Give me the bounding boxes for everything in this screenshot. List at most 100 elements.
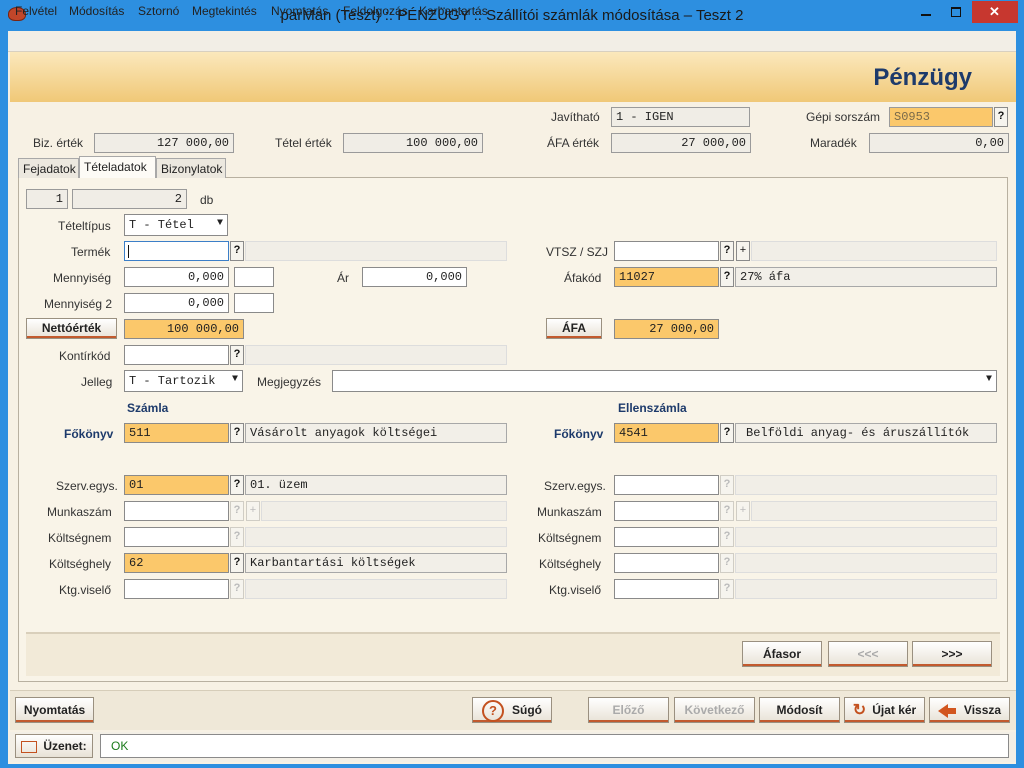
request-new-label: Újat kér — [872, 703, 917, 717]
szamla-heading: Számla — [127, 401, 169, 415]
menu-feldolgozas[interactable]: Feldolgozás — [343, 4, 408, 18]
ellen-munkaszam-lookup-button[interactable]: ? — [720, 501, 734, 521]
mennyiseg-unit-input[interactable] — [234, 267, 274, 287]
menu-felvetel[interactable]: Felvétel — [15, 4, 57, 18]
termek-lookup-button[interactable]: ? — [230, 241, 244, 261]
gepi-sorszam-field[interactable]: S0953 — [889, 107, 993, 127]
teteltipus-select[interactable]: T - Tétel ▼ — [124, 214, 228, 236]
szamla-fokonyv-input[interactable]: 511 — [124, 423, 229, 443]
ellenszamla-heading: Ellenszámla — [618, 401, 687, 415]
menu-megtekintes[interactable]: Megtekintés — [192, 4, 257, 18]
ellen-munkaszam-add-button[interactable]: + — [736, 501, 750, 521]
ellen-szerv-input[interactable] — [614, 475, 719, 495]
szamla-munkaszam-lookup-button[interactable]: ? — [230, 501, 244, 521]
vtsz-lookup-button[interactable]: ? — [720, 241, 734, 261]
szamla-koltsegnem-input[interactable] — [124, 527, 229, 547]
menu-nyomtatas[interactable]: Nyomtatás — [271, 4, 328, 18]
back-button[interactable]: Vissza — [929, 697, 1010, 723]
szamla-koltseghely-label: Költséghely — [49, 557, 112, 571]
szamla-fokonyv-lookup-button[interactable]: ? — [230, 423, 244, 443]
mennyiseg2-unit-input[interactable] — [234, 293, 274, 313]
ellen-koltseghely-lookup-button[interactable]: ? — [720, 553, 734, 573]
jelleg-select[interactable]: T - Tartozik ▼ — [124, 370, 243, 392]
gepi-lookup-button[interactable]: ? — [994, 107, 1008, 127]
ellen-fokonyv-description: Belföldi anyag- és áruszállítók — [735, 423, 997, 443]
ellen-ktgviselo-description — [735, 579, 997, 599]
megjegyzes-select[interactable]: ▼ — [332, 370, 997, 392]
help-button[interactable]: ? Súgó — [472, 697, 552, 723]
request-new-button[interactable]: ↻ Újat kér — [844, 697, 925, 723]
maradek-field[interactable]: 0,00 — [869, 133, 1009, 153]
kontirkod-input[interactable] — [124, 345, 229, 365]
previous-button[interactable]: Előző — [588, 697, 669, 723]
megjegyzes-label: Megjegyzés — [257, 375, 322, 389]
szamla-koltseghely-lookup-button[interactable]: ? — [230, 553, 244, 573]
szamla-koltsegnem-description — [245, 527, 507, 547]
szamla-koltsegnem-lookup-button[interactable]: ? — [230, 527, 244, 547]
ellen-fokonyv-lookup-button[interactable]: ? — [720, 423, 734, 443]
ellen-koltsegnem-lookup-button[interactable]: ? — [720, 527, 734, 547]
message-button[interactable]: Üzenet: — [15, 734, 93, 758]
nettoertek-button[interactable]: Nettóérték — [26, 318, 117, 339]
kontirkod-label: Kontírkód — [59, 349, 111, 363]
termek-input[interactable] — [124, 241, 229, 261]
vtsz-input[interactable] — [614, 241, 719, 261]
menu-modositas[interactable]: Módosítás — [69, 4, 124, 18]
teteltipus-label: Tételtípus — [58, 219, 111, 233]
szamla-koltseghely-input[interactable]: 62 — [124, 553, 229, 573]
ellen-koltseghely-input[interactable] — [614, 553, 719, 573]
arrow-left-icon — [937, 703, 956, 718]
ellen-szerv-lookup-button[interactable]: ? — [720, 475, 734, 495]
szamla-munkaszam-input[interactable] — [124, 501, 229, 521]
szamla-ktgviselo-input[interactable] — [124, 579, 229, 599]
tab-bizonylatok[interactable]: Bizonylatok — [156, 158, 226, 178]
biz-ertek-field[interactable]: 127 000,00 — [94, 133, 234, 153]
mennyiseg-input[interactable]: 0,000 — [124, 267, 229, 287]
szamla-ktgviselo-lookup-button[interactable]: ? — [230, 579, 244, 599]
tetel-ertek-field[interactable]: 100 000,00 — [343, 133, 483, 153]
szamla-szerv-input[interactable]: 01 — [124, 475, 229, 495]
szamla-szerv-lookup-button[interactable]: ? — [230, 475, 244, 495]
ellen-ktgviselo-lookup-button[interactable]: ? — [720, 579, 734, 599]
item-total-field: 2 — [72, 189, 187, 209]
envelope-icon — [21, 740, 38, 753]
ellen-fokonyv-input[interactable]: 4541 — [614, 423, 719, 443]
jelleg-label: Jelleg — [81, 375, 113, 389]
afa-ertek-label: ÁFA érték — [547, 136, 600, 150]
ellen-koltsegnem-input[interactable] — [614, 527, 719, 547]
ellen-munkaszam-input[interactable] — [614, 501, 719, 521]
back-button-label: Vissza — [963, 703, 1002, 717]
message-field: OK — [100, 734, 1009, 758]
szamla-fokonyv-description: Vásárolt anyagok költségei — [245, 423, 507, 443]
szamla-munkaszam-add-button[interactable]: + — [246, 501, 260, 521]
szamla-ktgviselo-description — [245, 579, 507, 599]
afakod-lookup-button[interactable]: ? — [720, 267, 734, 287]
mennyiseg2-input[interactable]: 0,000 — [124, 293, 229, 313]
afa-button[interactable]: ÁFA — [546, 318, 602, 339]
afasor-button[interactable]: Áfasor — [742, 641, 822, 667]
nettoertek-input[interactable]: 100 000,00 — [124, 319, 244, 339]
close-button[interactable] — [972, 1, 1018, 23]
tab-fejadatok[interactable]: Fejadatok — [18, 158, 79, 178]
afa-ertek-field[interactable]: 27 000,00 — [611, 133, 751, 153]
minimize-button[interactable] — [912, 1, 940, 23]
print-button[interactable]: Nyomtatás — [15, 697, 94, 723]
afakod-input[interactable]: 11027 — [614, 267, 719, 287]
next-button[interactable]: Következő — [674, 697, 755, 723]
maximize-button[interactable] — [942, 1, 970, 23]
tab-teteladatok[interactable]: Tételadatok — [79, 156, 156, 178]
prev-item-button[interactable]: <<< — [828, 641, 908, 667]
kontirkod-lookup-button[interactable]: ? — [230, 345, 244, 365]
javithato-field[interactable]: 1 - IGEN — [611, 107, 750, 127]
menu-karbantartas[interactable]: Karbantartás — [419, 4, 488, 18]
ellen-ktgviselo-label: Ktg.viselő — [549, 583, 602, 597]
ellen-koltsegnem-description — [735, 527, 997, 547]
ellen-szerv-description — [735, 475, 997, 495]
modify-button[interactable]: Módosít — [759, 697, 840, 723]
ar-input[interactable]: 0,000 — [362, 267, 467, 287]
next-item-button[interactable]: >>> — [912, 641, 992, 667]
menu-sztorno[interactable]: Sztornó — [138, 4, 179, 18]
ellen-ktgviselo-input[interactable] — [614, 579, 719, 599]
vtsz-add-button[interactable]: + — [736, 241, 750, 261]
afa-input[interactable]: 27 000,00 — [614, 319, 719, 339]
